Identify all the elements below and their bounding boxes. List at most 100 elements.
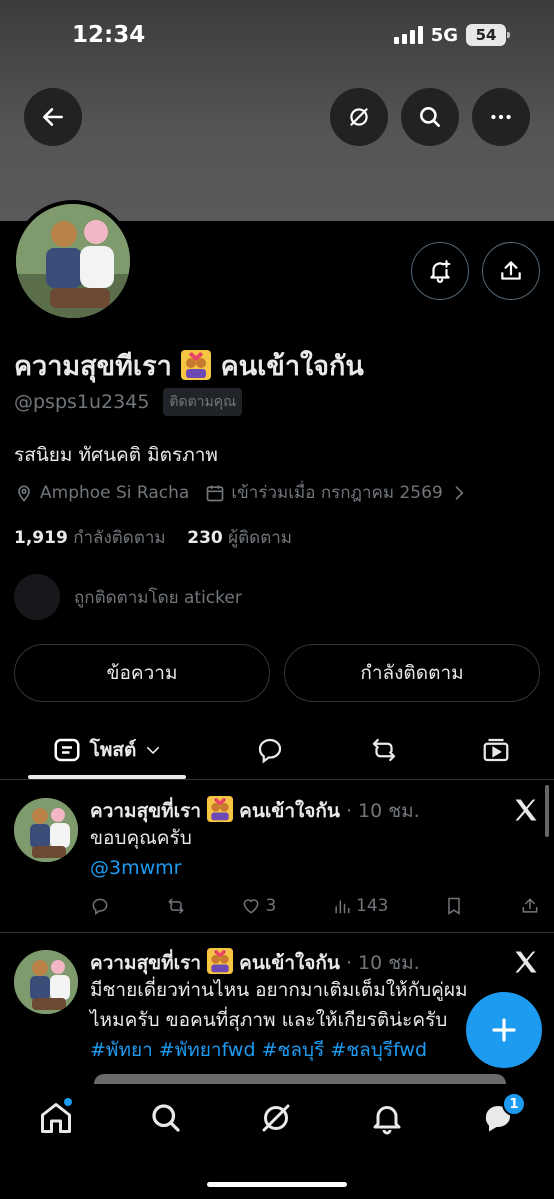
grok-icon [262, 1104, 290, 1132]
following-button[interactable]: กำลังติดตาม [284, 644, 540, 702]
follower-avatar [14, 574, 60, 620]
chevron-right-icon[interactable] [449, 483, 469, 503]
followed-by[interactable]: ถูกติดตามโดย aticker [14, 574, 242, 620]
post-author-name-suffix[interactable]: คนเข้าใจกัน [239, 952, 340, 974]
following-count: 1,919 [14, 528, 68, 548]
compose-button[interactable] [466, 992, 542, 1068]
battery-icon: 54 [466, 24, 510, 46]
display-name-text: ความสุขทีเรา [14, 351, 172, 382]
followers-label: ผู้ติดตาม [228, 528, 292, 548]
more-button[interactable] [472, 88, 530, 146]
profile-avatar[interactable] [12, 200, 134, 322]
post-text: ขอบคุณครับ [90, 827, 192, 849]
reply-button[interactable] [90, 896, 110, 916]
post-time: · 10 ชม. [345, 800, 420, 822]
post-author-avatar[interactable] [14, 950, 78, 1014]
post-mention[interactable]: @3mwmr [90, 854, 181, 883]
arrow-left-icon [43, 108, 63, 126]
bell-icon [373, 1106, 401, 1135]
location-icon [18, 485, 30, 502]
nav-home[interactable] [38, 1098, 74, 1136]
view-count: 143 [356, 896, 389, 916]
nav-messages[interactable]: 1 [480, 1092, 526, 1136]
reply-icon [258, 738, 282, 763]
network-type: 5G [430, 24, 458, 46]
nav-grok[interactable] [258, 1100, 294, 1136]
post-header: ความสุขที่เรา คนเข้าใจกัน · 10 ชม. [90, 796, 420, 826]
profile-meta: Amphoe Si Racha เข้าร่วมเมื่อ กรกฎาคม 25… [14, 479, 469, 506]
x-logo-icon [515, 799, 537, 821]
post-actions: 3 143 [90, 896, 540, 916]
like-count: 3 [265, 896, 277, 916]
posts-icon [54, 738, 80, 761]
video-icon [483, 738, 509, 761]
bookmark-button[interactable] [444, 896, 464, 916]
message-button[interactable]: ข้อความ [14, 644, 270, 702]
search-icon [420, 107, 440, 127]
search-button[interactable] [401, 88, 459, 146]
chevron-down-icon [147, 746, 160, 754]
like-button[interactable]: 3 [241, 896, 276, 916]
share-button[interactable] [482, 242, 540, 300]
joined-date[interactable]: เข้าร่วมเมื่อ กรกฎาคม 2569 [231, 479, 442, 506]
couple-emoji-icon [181, 350, 212, 380]
post-author-avatar[interactable] [14, 798, 78, 862]
post-text-line-2: ไหมครับ ขอคนที่สุภาพ และให้เกียรติน่ะครั… [90, 1009, 448, 1031]
messages-badge: 1 [502, 1092, 526, 1116]
grok-button[interactable] [330, 88, 388, 146]
repost-icon [372, 738, 396, 761]
couple-emoji-icon [207, 796, 234, 822]
active-tab-indicator [28, 775, 186, 779]
display-name: ความสุขทีเรา คนเข้าใจกัน [14, 344, 364, 387]
back-button[interactable] [24, 88, 82, 146]
followed-by-text: ถูกติดตามโดย aticker [74, 587, 242, 608]
bookmark-icon [448, 897, 460, 915]
notification-bell-button[interactable] [411, 242, 469, 300]
signal-icon [393, 26, 423, 44]
status-time: 12:34 [72, 22, 146, 48]
tab-reposts[interactable] [354, 720, 414, 779]
repost-button[interactable] [166, 896, 186, 916]
plus-icon [492, 1018, 516, 1042]
post-hashtags[interactable]: #พัทยา #พัทยาfwd #ชลบุรี #ชลบุรีfwd [90, 1036, 427, 1065]
post-text-line-1: มีชายเดี่ยวท่านไหน อยากมาเติมเต็มให้กับค… [90, 979, 468, 1001]
followers-count-link[interactable]: 230 ผู้ติดตาม [187, 528, 292, 548]
views-button[interactable]: 143 [332, 896, 388, 916]
search-icon [152, 1104, 180, 1132]
post-author-name[interactable]: ความสุขที่เรา [90, 800, 201, 822]
nav-search[interactable] [148, 1100, 184, 1136]
handle: @psps1u2345 [14, 391, 150, 413]
post-author-name-suffix[interactable]: คนเข้าใจกัน [239, 800, 340, 822]
handle-row: @psps1u2345 ติดตามคุณ [14, 388, 243, 416]
reply-icon [92, 898, 108, 915]
location-text: Amphoe Si Racha [40, 482, 190, 503]
grok-icon [350, 108, 368, 126]
post-author-name[interactable]: ความสุขที่เรา [90, 952, 201, 974]
following-count-link[interactable]: 1,919 กำลังติดตาม [14, 528, 166, 548]
tab-media[interactable] [466, 720, 526, 779]
tab-replies[interactable] [240, 720, 300, 779]
heart-icon [244, 899, 259, 914]
status-indicators: 5G 54 [393, 24, 510, 46]
scrollbar[interactable] [545, 785, 549, 837]
couple-emoji-icon [207, 948, 234, 974]
following-label: กำลังติดตาม [73, 528, 166, 548]
tab-posts[interactable]: โพสต์ [28, 720, 186, 779]
post-item[interactable]: ความสุขที่เรา คนเข้าใจกัน · 10 ชม. มีชาย… [0, 933, 554, 1084]
repost-icon [168, 898, 184, 914]
views-icon [335, 900, 350, 914]
bio: รสนิยม ทัศนคติ มิตรภาพ [14, 444, 218, 466]
x-logo-icon [515, 951, 537, 973]
share-icon [522, 898, 538, 913]
tab-posts-label: โพสต์ [89, 738, 137, 761]
post-media[interactable] [94, 1074, 506, 1084]
more-icon [491, 114, 511, 120]
home-indicator [207, 1182, 347, 1187]
follow-counts: 1,919 กำลังติดตาม 230 ผู้ติดตาม [14, 524, 292, 551]
post-header: ความสุขที่เรา คนเข้าใจกัน · 10 ชม. [90, 948, 420, 978]
post-item[interactable]: ความสุขที่เรา คนเข้าใจกัน · 10 ชม. ขอบคุ… [0, 780, 554, 932]
bell-plus-icon [430, 260, 451, 283]
share-post-button[interactable] [520, 896, 540, 916]
share-icon [501, 261, 521, 280]
nav-notifications[interactable] [369, 1100, 405, 1136]
